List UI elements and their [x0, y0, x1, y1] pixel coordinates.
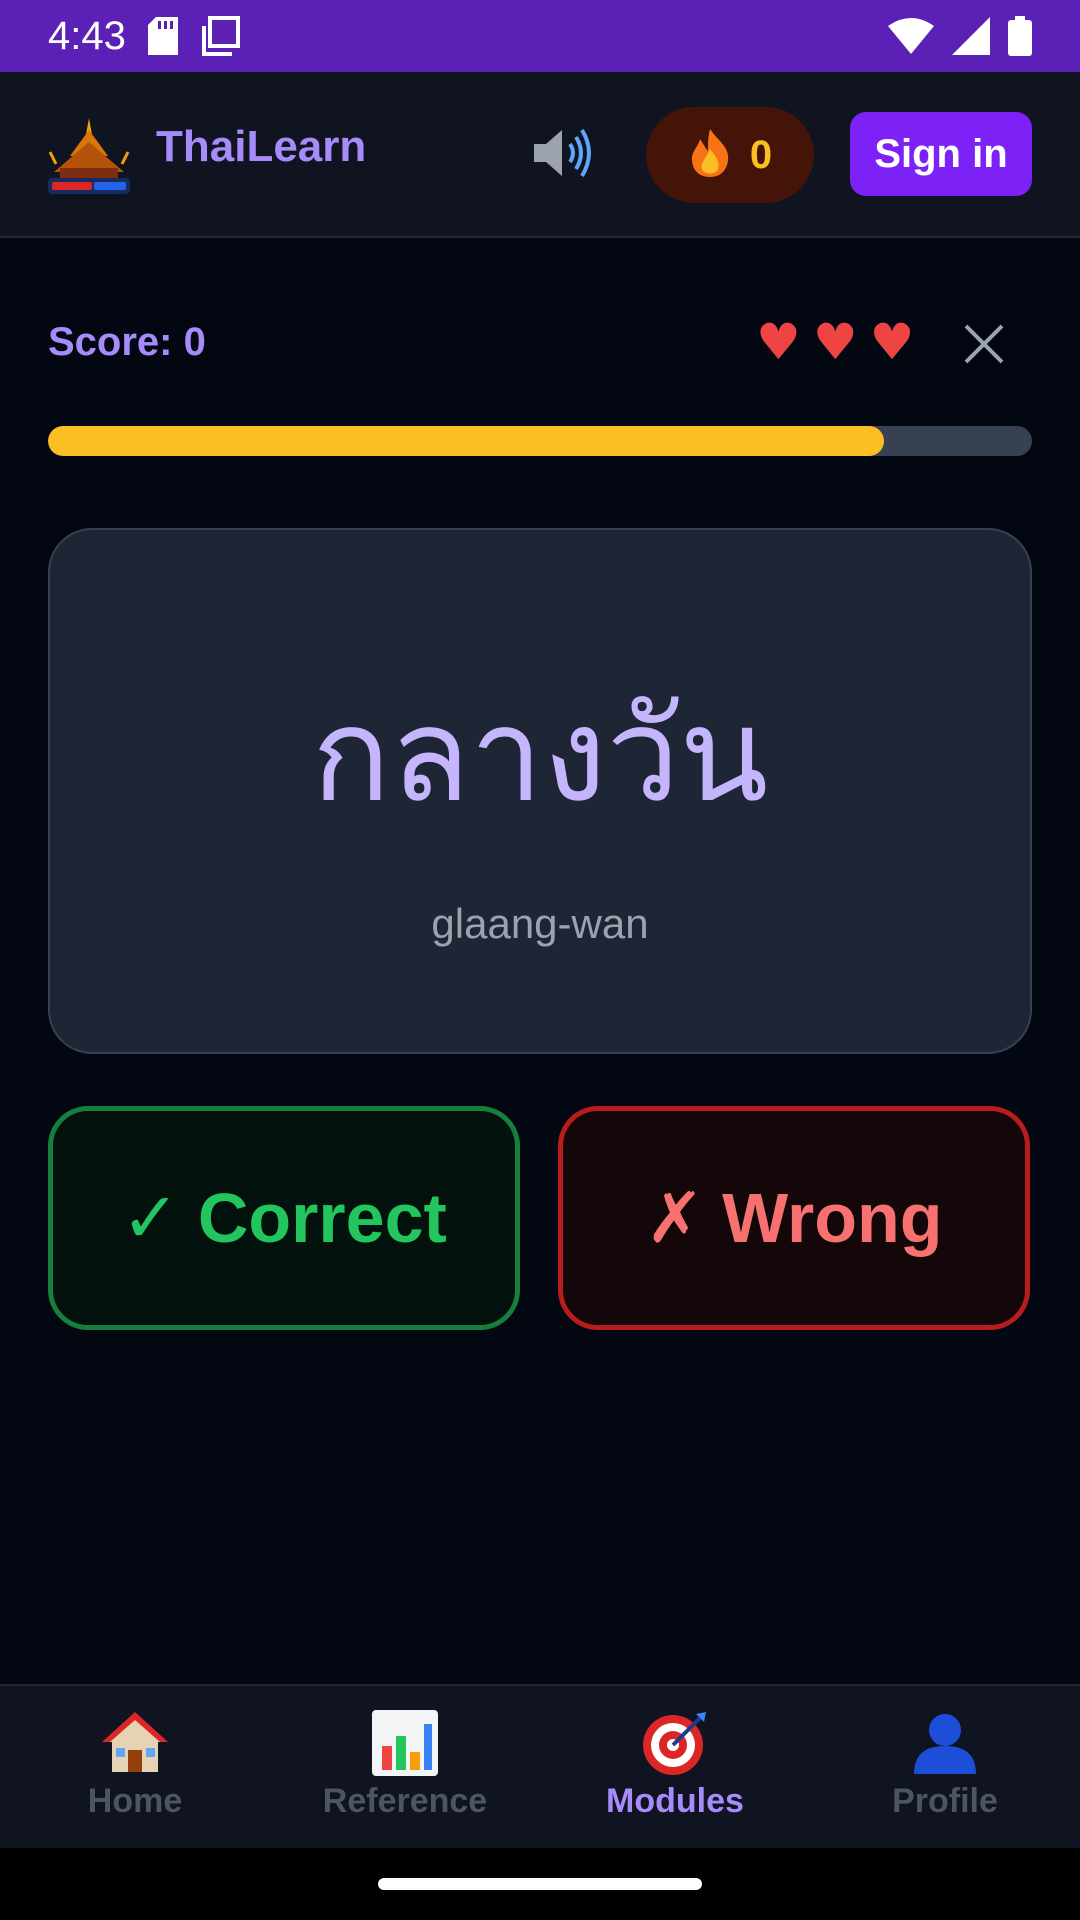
- nav-label-home: Home: [87, 1782, 183, 1820]
- home-icon: [100, 1708, 170, 1778]
- battery-icon: [1008, 16, 1032, 56]
- close-icon[interactable]: [962, 322, 1006, 366]
- app-title: ThaiLearn: [156, 122, 367, 171]
- status-time: 4:43: [48, 13, 126, 58]
- transliteration: glaang-wan: [431, 900, 649, 947]
- fire-icon: [688, 127, 732, 184]
- wrong-label: Wrong: [722, 1179, 943, 1257]
- gesture-bar: [0, 1848, 1080, 1920]
- nav-item-reference[interactable]: Reference: [270, 1686, 540, 1848]
- bottom-nav: Home Reference Modules Profile: [0, 1684, 1080, 1848]
- heart-icon: ♥: [869, 313, 915, 371]
- wrong-button[interactable]: ✗ Wrong: [558, 1106, 1030, 1330]
- nav-item-modules[interactable]: Modules: [540, 1686, 810, 1848]
- speaker-icon[interactable]: [530, 124, 592, 182]
- streak-badge[interactable]: 0: [646, 107, 814, 203]
- correct-label: Correct: [197, 1179, 447, 1257]
- thai-word: กลางวัน: [311, 679, 769, 831]
- copy-icon: [200, 16, 240, 56]
- heart-icon: ♥: [756, 313, 801, 371]
- checkmark-icon: ✓: [121, 1177, 180, 1259]
- nav-item-home[interactable]: Home: [0, 1686, 270, 1848]
- heart-icon: ♥: [812, 313, 858, 371]
- person-icon: [910, 1708, 980, 1778]
- correct-button[interactable]: ✓ Correct: [48, 1106, 520, 1330]
- chart-icon: [370, 1708, 440, 1778]
- sd-card-icon: [147, 17, 178, 55]
- lives-hearts: ♥ ♥ ♥: [756, 316, 914, 368]
- cross-icon: ✗: [645, 1177, 705, 1259]
- nav-label-profile: Profile: [892, 1782, 998, 1820]
- sign-in-button[interactable]: Sign in: [850, 112, 1032, 196]
- cellular-signal-icon: [952, 17, 990, 55]
- nav-label-reference: Reference: [322, 1782, 488, 1820]
- target-icon: [640, 1708, 710, 1778]
- progress-bar: [48, 426, 1032, 456]
- streak-count: 0: [749, 132, 773, 177]
- home-indicator[interactable]: [378, 1878, 702, 1890]
- app-header: ThaiLearn 0 Sign in: [0, 72, 1080, 238]
- score-label: Score: 0: [48, 320, 206, 364]
- flashcard[interactable]: กลางวัน glaang-wan: [48, 528, 1032, 1054]
- thailearn-logo: [46, 116, 132, 196]
- status-bar: 4:43: [0, 0, 1080, 72]
- progress-fill: [48, 426, 885, 456]
- nav-item-profile[interactable]: Profile: [810, 1686, 1080, 1848]
- nav-label-modules: Modules: [606, 1782, 744, 1820]
- wifi-icon: [888, 18, 934, 54]
